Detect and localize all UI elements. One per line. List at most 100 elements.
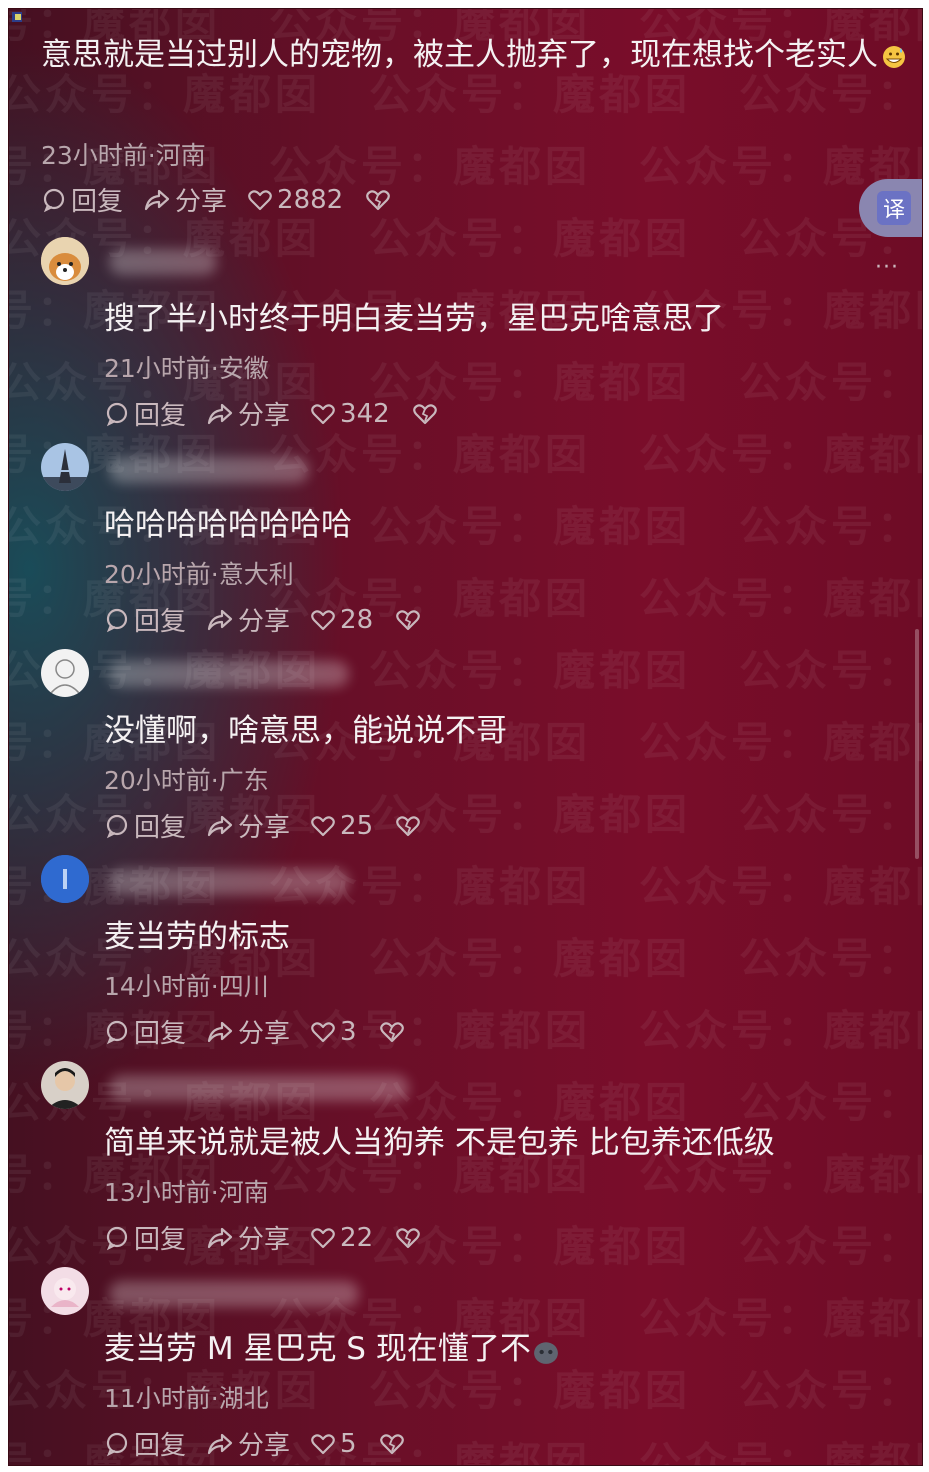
dislike-button[interactable]	[395, 1225, 425, 1251]
share-button[interactable]: 分享	[206, 1219, 290, 1256]
like-button[interactable]: 3	[310, 1017, 357, 1047]
like-count: 3	[340, 1016, 357, 1047]
reply-button[interactable]: 回复	[104, 601, 186, 638]
dislike-button[interactable]	[365, 187, 395, 213]
comment-panel: 公众号：魔都囡公众号：魔都囡公众号：魔都囡公众号：魔都囡公众号：魔都囡公众号：魔…	[8, 8, 923, 1466]
heart-icon	[311, 1227, 335, 1248]
sketch-portrait-avatar[interactable]	[41, 649, 89, 697]
share-button[interactable]: 分享	[143, 181, 227, 218]
like-button[interactable]: 2882	[247, 185, 343, 215]
comment-meta: 14小时前·四川	[104, 972, 269, 1001]
comment-text: 麦当劳的标志	[104, 919, 290, 955]
gray-blob-emoji-icon	[533, 1342, 558, 1364]
broken-heart-icon	[396, 1227, 420, 1248]
eiffel-tower-icon	[41, 443, 89, 491]
share-button[interactable]: 分享	[206, 601, 290, 638]
comment-actions: 回复 分享 5	[104, 1425, 429, 1462]
blue-circle-icon	[41, 855, 89, 903]
heart-icon	[311, 1433, 335, 1454]
reply-bubble-icon	[106, 1020, 128, 1044]
dislike-button[interactable]	[412, 401, 442, 427]
share-arrow-icon	[207, 609, 233, 630]
comment-meta: 11小时前·湖北	[104, 1384, 269, 1413]
reply-button[interactable]: 回复	[104, 1425, 186, 1462]
comment-text: 麦当劳 M 星巴克 S 现在懂了不	[104, 1323, 559, 1368]
reply-label: 回复	[71, 187, 124, 217]
more-menu-icon[interactable]: ···	[875, 255, 899, 280]
reply-button[interactable]: 回复	[104, 807, 186, 844]
broken-heart-icon	[396, 815, 420, 836]
grinning-sweat-emoji-icon	[883, 46, 905, 68]
dislike-button[interactable]	[395, 607, 425, 633]
watermark-text: 公众号：魔都囡	[369, 934, 692, 983]
reply-label: 回复	[134, 607, 187, 637]
watermark-text: 公众号：魔都囡	[639, 430, 922, 479]
watermark-text: 公众号：魔都囡	[639, 718, 922, 767]
translate-label: 译	[877, 191, 911, 225]
top-comment-meta: 23小时前·河南	[41, 141, 206, 170]
heart-icon	[311, 403, 335, 424]
watermark-text: 公众号：魔都囡	[639, 1438, 922, 1466]
reply-label: 回复	[134, 1431, 187, 1461]
share-arrow-icon	[144, 189, 170, 210]
person-photo-icon	[41, 1061, 89, 1109]
shiba-dog-avatar[interactable]	[41, 237, 89, 285]
reply-bubble-icon	[43, 188, 65, 212]
comment-text: 没懂啊，啥意思，能说说不哥	[104, 713, 507, 749]
person-photo-avatar[interactable]	[41, 1061, 89, 1109]
share-button[interactable]: 分享	[206, 395, 290, 432]
blurred-username	[109, 1281, 359, 1307]
comment-text-content: 麦当劳 M 星巴克 S 现在懂了不	[104, 1331, 531, 1367]
sketch-portrait-icon	[41, 649, 89, 697]
watermark-text: 公众号：魔都囡	[739, 1366, 923, 1415]
heart-icon	[311, 1021, 335, 1042]
blurred-username	[109, 1075, 409, 1101]
watermark-text: 公众号：魔都囡	[739, 502, 923, 551]
share-button[interactable]: 分享	[206, 1425, 290, 1462]
reply-label: 回复	[134, 401, 187, 431]
dislike-button[interactable]	[395, 813, 425, 839]
reply-bubble-icon	[106, 1226, 128, 1250]
reply-bubble-icon	[106, 814, 128, 838]
share-label: 分享	[175, 187, 228, 217]
blue-circle-avatar[interactable]	[41, 855, 89, 903]
heart-icon	[311, 609, 335, 630]
like-button[interactable]: 342	[310, 399, 390, 429]
reply-button[interactable]: 回复	[104, 1219, 186, 1256]
blurred-username	[109, 869, 349, 895]
reply-button[interactable]: 回复	[104, 395, 186, 432]
reply-bubble-icon	[106, 402, 128, 426]
comment-meta: 20小时前·广东	[104, 766, 269, 795]
comment-meta: 21小时前·安徽	[104, 354, 269, 383]
watermark-text: 公众号：魔都囡	[639, 862, 922, 911]
broken-heart-icon	[412, 403, 437, 424]
scrollbar[interactable]	[915, 629, 919, 859]
share-button[interactable]: 分享	[206, 807, 290, 844]
reply-bubble-icon	[106, 1432, 128, 1456]
like-button[interactable]: 22	[310, 1223, 373, 1253]
share-button[interactable]: 分享	[206, 1013, 290, 1050]
reply-button[interactable]: 回复	[104, 1013, 186, 1050]
share-label: 分享	[238, 813, 291, 843]
translate-button[interactable]: 译	[859, 179, 922, 237]
watermark-text: 公众号：魔都囡	[739, 358, 923, 407]
comment-text: 哈哈哈哈哈哈哈哈	[104, 507, 352, 543]
like-count: 342	[340, 398, 390, 429]
like-count: 2882	[277, 184, 344, 215]
watermark-text: 公众号：魔都囡	[639, 574, 922, 623]
comment-actions: 回复 分享 25	[104, 807, 445, 844]
heart-icon	[311, 815, 335, 836]
pink-anime-avatar[interactable]	[41, 1267, 89, 1315]
reply-button[interactable]: 回复	[41, 181, 123, 218]
like-count: 25	[340, 810, 374, 841]
like-button[interactable]: 25	[310, 811, 373, 841]
share-label: 分享	[238, 1225, 291, 1255]
like-button[interactable]: 28	[310, 605, 373, 635]
dislike-button[interactable]	[379, 1019, 409, 1045]
dislike-button[interactable]	[379, 1431, 409, 1457]
watermark-text: 公众号：魔都囡	[369, 646, 692, 695]
like-button[interactable]: 5	[310, 1429, 357, 1459]
eiffel-tower-avatar[interactable]	[41, 443, 89, 491]
share-arrow-icon	[207, 1021, 233, 1042]
watermark-text: 公众号：魔都囡	[739, 646, 923, 695]
